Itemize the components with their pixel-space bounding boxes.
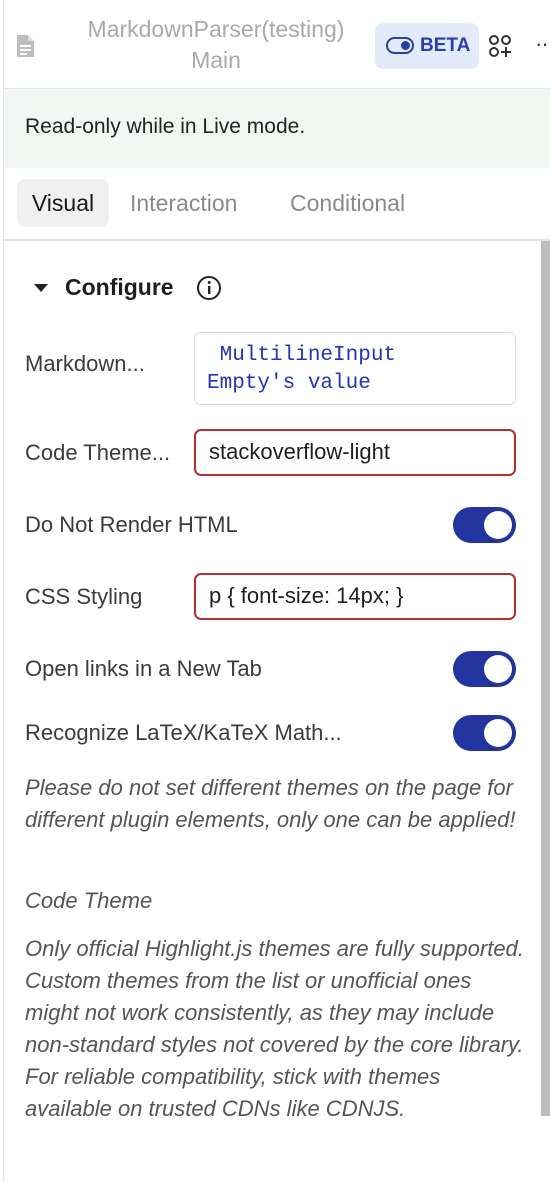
code-theme-note: Only official Highlight.js themes are fu… bbox=[25, 936, 524, 1121]
element-page: Main bbox=[191, 47, 241, 73]
recognize-latex-label: Recognize LaTeX/KaTeX Math... bbox=[25, 720, 342, 745]
configure-section-header[interactable]: Configure bbox=[4, 274, 304, 304]
css-styling-value: p { font-size: 14px; } bbox=[209, 583, 404, 608]
notice-text: Read-only while in Live mode. bbox=[25, 115, 306, 138]
element-name: MarkdownParser(testing) bbox=[87, 16, 345, 42]
do-not-render-html-label: Do Not Render HTML bbox=[25, 512, 238, 537]
more-icon[interactable]: ·· bbox=[535, 33, 550, 58]
markdown-input[interactable]: MultilineInput Empty's value bbox=[194, 332, 516, 405]
css-styling-input[interactable]: p { font-size: 14px; } bbox=[194, 573, 516, 620]
element-title: MarkdownParser(testing) Main bbox=[56, 14, 376, 76]
toggle-icon bbox=[386, 37, 414, 54]
section-title: Configure bbox=[65, 274, 174, 300]
tab-conditional[interactable]: Conditional bbox=[290, 179, 405, 227]
css-styling-label: CSS Styling bbox=[25, 584, 143, 609]
settings-content: Configure Markdown... MultilineInput Emp… bbox=[4, 241, 550, 1182]
tab-visual[interactable]: Visual bbox=[17, 179, 109, 227]
themes-note: Please do not set different themes on th… bbox=[25, 775, 516, 832]
scrollbar[interactable] bbox=[541, 241, 550, 1116]
open-links-new-tab-label: Open links in a New Tab bbox=[25, 656, 262, 681]
info-icon[interactable] bbox=[196, 275, 222, 301]
code-theme-heading: Code Theme bbox=[25, 888, 153, 913]
markdown-label: Markdown... bbox=[25, 351, 145, 376]
recognize-latex-toggle[interactable] bbox=[453, 715, 516, 751]
document-icon bbox=[17, 35, 34, 57]
beta-toggle-button[interactable]: BETA bbox=[375, 23, 479, 69]
code-theme-value: stackoverflow-light bbox=[209, 439, 390, 464]
beta-label: BETA bbox=[420, 35, 471, 56]
markdown-value: MultilineInput Empty's value bbox=[207, 344, 397, 395]
panel-header: MarkdownParser(testing) Main BETA ·· bbox=[4, 0, 550, 89]
properties-panel: MarkdownParser(testing) Main BETA ·· Rea… bbox=[3, 0, 550, 1182]
do-not-render-html-toggle[interactable] bbox=[453, 507, 516, 543]
caret-down-icon bbox=[34, 284, 48, 292]
code-theme-input[interactable]: stackoverflow-light bbox=[194, 429, 516, 476]
tab-bar: Visual Interaction Conditional bbox=[4, 168, 550, 241]
add-component-icon[interactable] bbox=[488, 34, 512, 58]
open-links-new-tab-toggle[interactable] bbox=[453, 651, 516, 687]
live-mode-notice: Read-only while in Live mode. bbox=[4, 89, 550, 168]
tab-interaction[interactable]: Interaction bbox=[130, 179, 237, 227]
code-theme-label: Code Theme... bbox=[25, 440, 171, 465]
